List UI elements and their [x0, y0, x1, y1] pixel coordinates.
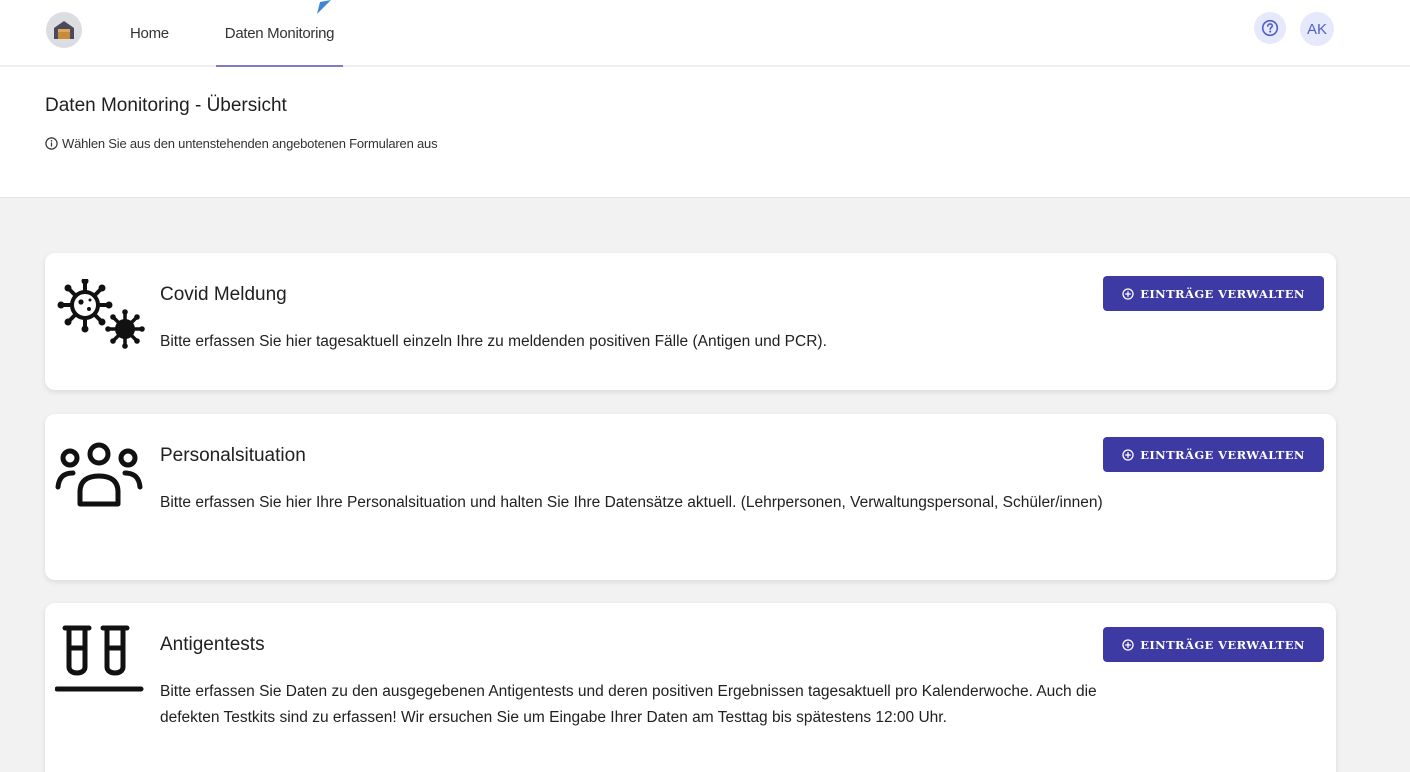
eintraege-verwalten-button[interactable]: EINTRÄGE VERWALTEN: [1103, 437, 1324, 472]
antigentests-card: Antigentests Bitte erfassen Sie Daten zu…: [45, 603, 1336, 772]
card-title: Antigentests: [160, 634, 265, 655]
nav-home-link[interactable]: Home: [130, 0, 169, 66]
card-title: Personalsituation: [160, 445, 306, 466]
people-icon: [55, 442, 143, 507]
test-tubes-icon: [55, 625, 144, 692]
page-header: Daten Monitoring - Übersicht Wählen Sie …: [0, 67, 1410, 198]
card-title: Covid Meldung: [160, 284, 287, 305]
info-circle-icon: [45, 137, 58, 150]
top-navigation: Home Daten Monitoring AK: [0, 0, 1410, 67]
plus-circle-icon: [1122, 448, 1134, 461]
app-logo[interactable]: [46, 12, 82, 48]
question-circle-icon: [1261, 19, 1279, 37]
eintraege-verwalten-button[interactable]: EINTRÄGE VERWALTEN: [1103, 627, 1324, 662]
card-description: Bitte erfassen Sie Daten zu den ausgegeb…: [160, 683, 1097, 726]
plus-circle-icon: [1122, 287, 1134, 300]
eintraege-verwalten-button[interactable]: EINTRÄGE VERWALTEN: [1103, 276, 1324, 311]
button-label: EINTRÄGE VERWALTEN: [1140, 637, 1305, 652]
page-title: Daten Monitoring - Übersicht: [45, 95, 287, 116]
virus-icon: [57, 279, 145, 349]
user-avatar[interactable]: AK: [1300, 12, 1334, 46]
button-label: EINTRÄGE VERWALTEN: [1140, 286, 1305, 301]
card-description: Bitte erfassen Sie hier Ihre Personalsit…: [160, 494, 1103, 511]
page-subtitle: Wählen Sie aus den untenstehenden angebo…: [45, 136, 438, 151]
personalsituation-card: Personalsituation Bitte erfassen Sie hie…: [45, 414, 1336, 580]
mouse-cursor-icon: [317, 0, 331, 14]
card-description: Bitte erfassen Sie hier tagesaktuell ein…: [160, 333, 827, 350]
page-subtitle-text: Wählen Sie aus den untenstehenden angebo…: [62, 136, 438, 151]
covid-meldung-card: Covid Meldung Bitte erfassen Sie hier ta…: [45, 253, 1336, 390]
plus-circle-icon: [1122, 638, 1134, 651]
building-icon: [54, 21, 74, 39]
button-label: EINTRÄGE VERWALTEN: [1140, 447, 1305, 462]
help-button[interactable]: [1254, 12, 1286, 44]
